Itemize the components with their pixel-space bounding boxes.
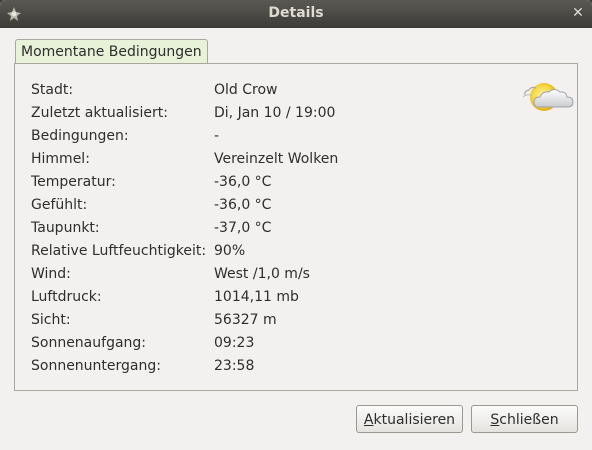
value-feels-like: -36,0 °C <box>214 197 272 213</box>
tab-label: Momentane Bedingungen <box>21 44 202 60</box>
label-sunset: Sonnenuntergang: <box>31 358 161 374</box>
refresh-label: ktualisieren <box>373 412 456 428</box>
label-humidity: Relative Luftfeuchtigkeit: <box>31 243 207 259</box>
details-dialog: Details ✕ Momentane Bedingungen Stadt: O… <box>0 0 592 450</box>
refresh-button[interactable]: Aktualisieren <box>356 405 463 433</box>
label-city: Stadt: <box>31 82 74 98</box>
title-bar[interactable]: Details ✕ <box>0 0 592 28</box>
label-sky: Himmel: <box>31 151 90 167</box>
value-last-updated: Di, Jan 10 / 19:00 <box>214 105 336 121</box>
window-title: Details <box>268 5 324 21</box>
value-wind: West /1,0 m/s <box>214 266 310 282</box>
close-icon[interactable]: ✕ <box>570 5 586 21</box>
value-dew-point: -37,0 °C <box>214 220 272 236</box>
value-pressure: 1014,11 mb <box>214 289 299 305</box>
tab-current-conditions[interactable]: Momentane Bedingungen <box>15 39 208 64</box>
value-humidity: 90% <box>214 243 246 259</box>
value-city: Old Crow <box>214 82 278 98</box>
value-visibility: 56327 m <box>214 312 277 328</box>
label-conditions: Bedingungen: <box>31 128 129 144</box>
label-sunrise: Sonnenaufgang: <box>31 335 147 351</box>
label-feels-like: Gefühlt: <box>31 197 88 213</box>
label-dew-point: Taupunkt: <box>31 220 100 236</box>
value-sky: Vereinzelt Wolken <box>214 151 339 167</box>
label-wind: Wind: <box>31 266 71 282</box>
close-mnemonic: S <box>490 412 500 428</box>
close-button[interactable]: Schließen <box>471 405 578 433</box>
value-temperature: -36,0 °C <box>214 174 272 190</box>
close-label: chließen <box>499 412 559 428</box>
value-sunset: 23:58 <box>214 358 255 374</box>
label-temperature: Temperatur: <box>31 174 116 190</box>
value-sunrise: 09:23 <box>214 335 255 351</box>
label-visibility: Sicht: <box>31 312 71 328</box>
value-conditions: - <box>214 128 220 144</box>
label-last-updated: Zuletzt aktualisiert: <box>31 105 168 121</box>
refresh-mnemonic: A <box>363 412 374 428</box>
label-pressure: Luftdruck: <box>31 289 102 305</box>
partly-cloudy-icon <box>522 83 574 111</box>
